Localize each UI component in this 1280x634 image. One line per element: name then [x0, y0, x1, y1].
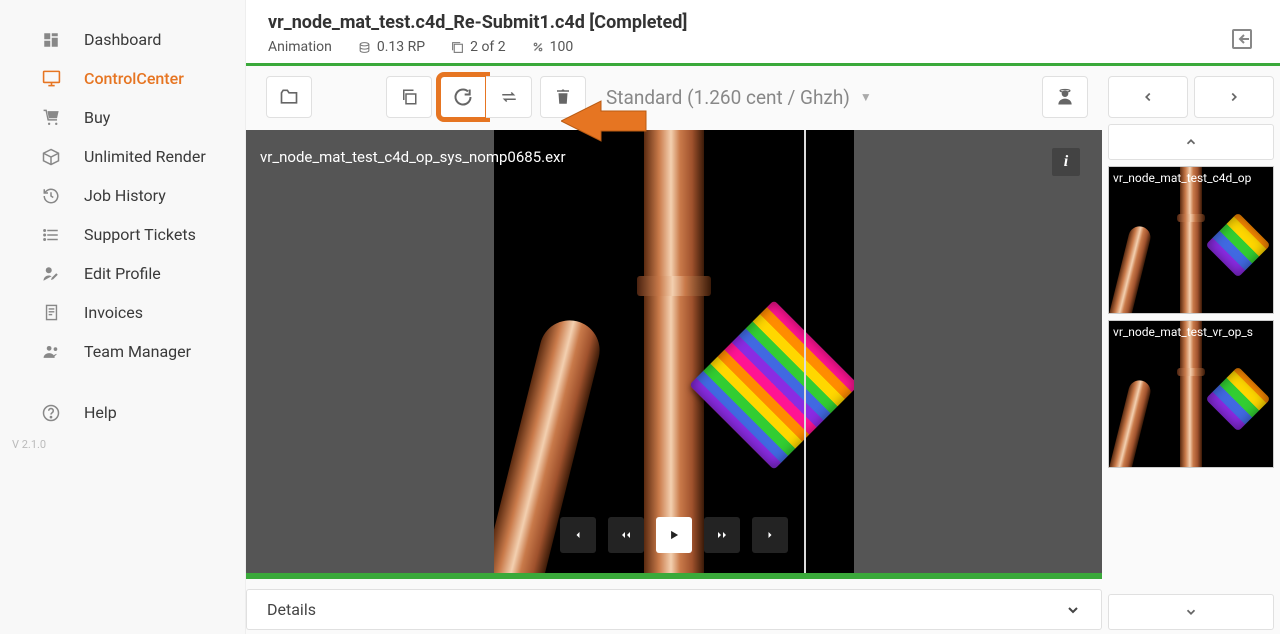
exit-button[interactable] [1226, 23, 1258, 55]
job-frames: 2 of 2 [451, 39, 506, 55]
percent-icon [532, 41, 544, 53]
list-icon [40, 226, 62, 244]
sidebar-item-support-tickets[interactable]: Support Tickets [0, 215, 245, 254]
sidebar-item-label: ControlCenter [84, 69, 184, 88]
box-icon [40, 148, 62, 166]
help-icon [40, 404, 62, 422]
job-type: Animation [268, 39, 332, 55]
job-title: vr_node_mat_test.c4d_Re-Submit1.c4d [Com… [268, 12, 687, 33]
play-button[interactable] [656, 517, 692, 553]
coin-icon [358, 41, 371, 54]
version-label: V 2.1.0 [0, 438, 245, 451]
details-label: Details [267, 600, 316, 619]
sidebar-item-controlcenter[interactable]: ControlCenter [0, 59, 245, 98]
sidebar-item-label: Buy [84, 108, 110, 127]
thumbnail-item[interactable]: vr_node_mat_test_vr_op_s [1108, 320, 1274, 468]
sidebar-item-label: Edit Profile [84, 264, 161, 283]
toolbar: Standard (1.260 cent / Ghzh) ▼ [246, 66, 1108, 130]
details-expander[interactable]: Details [246, 589, 1102, 630]
compare-divider[interactable] [804, 130, 806, 573]
sidebar-item-invoices[interactable]: Invoices [0, 293, 245, 332]
main-area: vr_node_mat_test.c4d_Re-Submit1.c4d [Com… [245, 0, 1280, 634]
swap-button[interactable] [486, 76, 532, 118]
next-frame-button[interactable] [752, 517, 788, 553]
chevron-down-icon [1065, 602, 1081, 618]
folder-button[interactable] [266, 76, 312, 118]
sidebar: Dashboard ControlCenter Buy Unlimited Re… [0, 0, 245, 634]
thumbnail-label: vr_node_mat_test_c4d_op [1113, 171, 1269, 185]
render-image [494, 130, 854, 573]
sidebar-item-label: Invoices [84, 303, 143, 322]
pricing-dropdown[interactable]: Standard (1.260 cent / Ghzh) ▼ [594, 86, 884, 109]
team-icon [40, 342, 62, 361]
sidebar-item-label: Job History [84, 186, 166, 205]
rewind-button[interactable] [608, 517, 644, 553]
preview-filename: vr_node_mat_test_c4d_op_sys_nomp0685.exr [260, 148, 566, 166]
thumbnail-panel: vr_node_mat_test_c4d_op vr_node_mat_test… [1108, 66, 1280, 634]
sidebar-item-unlimited-render[interactable]: Unlimited Render [0, 137, 245, 176]
resubmit-button[interactable] [440, 76, 486, 118]
sidebar-item-buy[interactable]: Buy [0, 98, 245, 137]
sidebar-item-team-manager[interactable]: Team Manager [0, 332, 245, 371]
sidebar-item-label: Support Tickets [84, 225, 196, 244]
frames-icon [451, 41, 464, 54]
sidebar-item-label: Unlimited Render [84, 147, 206, 166]
prev-thumb-button[interactable] [1108, 76, 1188, 118]
scroll-down-button[interactable] [1108, 594, 1274, 630]
preview-viewport: vr_node_mat_test_c4d_op_sys_nomp0685.exr… [246, 130, 1102, 579]
job-percent: 100 [532, 39, 574, 55]
prev-frame-button[interactable] [560, 517, 596, 553]
thumbnail-item[interactable]: vr_node_mat_test_c4d_op [1108, 166, 1274, 314]
job-header: vr_node_mat_test.c4d_Re-Submit1.c4d [Com… [246, 0, 1280, 66]
sidebar-item-dashboard[interactable]: Dashboard [0, 20, 245, 59]
sidebar-item-label: Help [84, 403, 117, 422]
scroll-up-button[interactable] [1108, 124, 1274, 160]
job-cost: 0.13 RP [358, 39, 425, 55]
user-edit-icon [40, 265, 62, 283]
sidebar-item-edit-profile[interactable]: Edit Profile [0, 254, 245, 293]
sidebar-item-help[interactable]: Help [0, 393, 245, 432]
history-icon [40, 187, 62, 205]
sidebar-item-job-history[interactable]: Job History [0, 176, 245, 215]
fast-forward-button[interactable] [704, 517, 740, 553]
playback-controls [560, 517, 788, 553]
job-meta: Animation 0.13 RP 2 of 2 [268, 39, 687, 55]
dashboard-icon [40, 31, 62, 49]
thumbnail-label: vr_node_mat_test_vr_op_s [1113, 325, 1269, 339]
receipt-icon [40, 304, 62, 321]
cart-icon [40, 108, 62, 127]
chevron-down-icon: ▼ [860, 90, 872, 104]
monitor-icon [40, 69, 62, 88]
next-thumb-button[interactable] [1194, 76, 1274, 118]
sidebar-item-label: Team Manager [84, 342, 191, 361]
copy-button[interactable] [386, 76, 432, 118]
sidebar-item-label: Dashboard [84, 30, 161, 49]
delete-button[interactable] [540, 76, 586, 118]
user-button[interactable] [1042, 76, 1088, 118]
